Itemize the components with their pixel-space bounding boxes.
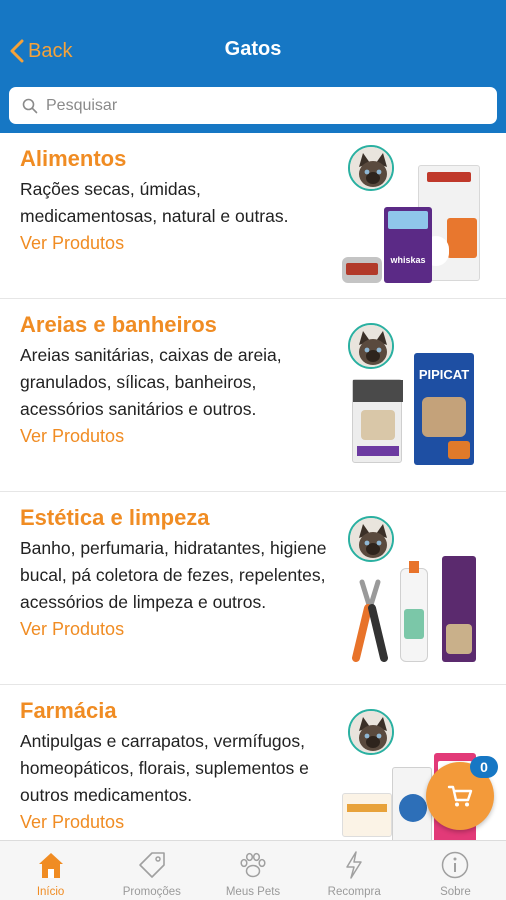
tag-icon	[138, 852, 165, 878]
app-header: Back Gatos	[0, 0, 506, 133]
tab-bar: Início Promoções Meus Pets Recompra Sobr…	[0, 840, 506, 900]
category-item-farmacia[interactable]: Farmácia Antipulgas e carrapatos, vermíf…	[0, 685, 506, 840]
tab-label: Recompra	[327, 886, 381, 898]
home-icon	[38, 853, 63, 878]
cat-avatar	[348, 516, 394, 562]
search-icon	[22, 98, 38, 113]
category-description: Rações secas, úmidas, medicamentosas, na…	[20, 179, 289, 226]
cat-face-icon	[350, 711, 392, 753]
product-whiskas: whiskas	[384, 207, 432, 283]
tab-label: Início	[36, 886, 65, 898]
tab-meus-pets[interactable]: Meus Pets	[202, 841, 303, 900]
search-bar[interactable]	[9, 87, 497, 124]
product-feliway	[442, 556, 476, 662]
product-pipicat: PIPICAT	[414, 353, 474, 465]
cart-icon	[447, 785, 473, 807]
page-title: Gatos	[224, 38, 282, 60]
category-item-areias[interactable]: Areias e banheiros Areias sanitárias, ca…	[0, 299, 506, 492]
category-title: Alimentos	[20, 146, 127, 171]
category-list: Alimentos Rações secas, úmidas, medicame…	[0, 133, 506, 840]
navigation-bar: Back Gatos	[0, 20, 506, 82]
tab-label: Sobre	[440, 886, 471, 898]
category-description: Banho, perfumaria, hidratantes, higiene …	[20, 538, 327, 612]
product-litter-bag	[352, 379, 403, 463]
tab-label: Promoções	[122, 886, 181, 898]
paw-icon	[240, 852, 266, 878]
tab-promocoes[interactable]: Promoções	[101, 841, 202, 900]
cat-face-icon	[350, 147, 392, 189]
cat-avatar	[348, 709, 394, 755]
category-description: Antipulgas e carrapatos, vermífugos, hom…	[20, 731, 309, 805]
see-products-link[interactable]: Ver Produtos	[20, 423, 124, 450]
cat-avatar	[348, 145, 394, 191]
category-item-estetica[interactable]: Estética e limpeza Banho, perfumaria, hi…	[0, 492, 506, 685]
product-can	[342, 257, 382, 283]
category-title: Areias e banheiros	[20, 312, 217, 337]
search-input[interactable]	[46, 96, 466, 115]
bolt-icon	[346, 851, 362, 879]
cart-count-badge: 0	[470, 756, 498, 778]
tab-recompra[interactable]: Recompra	[304, 841, 405, 900]
tab-inicio[interactable]: Início	[0, 841, 101, 900]
see-products-link[interactable]: Ver Produtos	[20, 809, 124, 836]
tab-sobre[interactable]: Sobre	[405, 841, 506, 900]
category-image	[338, 516, 498, 676]
product-spray	[400, 561, 428, 662]
category-title: Farmácia	[20, 698, 117, 723]
product-supplement	[342, 793, 392, 837]
category-item-alimentos[interactable]: Alimentos Rações secas, úmidas, medicame…	[0, 133, 506, 299]
cat-face-icon	[350, 518, 392, 560]
product-nail-clipper	[352, 579, 388, 662]
cat-avatar	[348, 323, 394, 369]
category-image: whiskas	[338, 145, 498, 295]
see-products-link[interactable]: Ver Produtos	[20, 230, 124, 257]
info-icon	[442, 851, 469, 879]
category-title: Estética e limpeza	[20, 505, 210, 530]
cat-face-icon	[350, 325, 392, 367]
category-description: Areias sanitárias, caixas de areia, gran…	[20, 345, 282, 419]
category-image: PIPICAT	[338, 323, 498, 483]
see-products-link[interactable]: Ver Produtos	[20, 616, 124, 643]
tab-label: Meus Pets	[225, 886, 281, 898]
